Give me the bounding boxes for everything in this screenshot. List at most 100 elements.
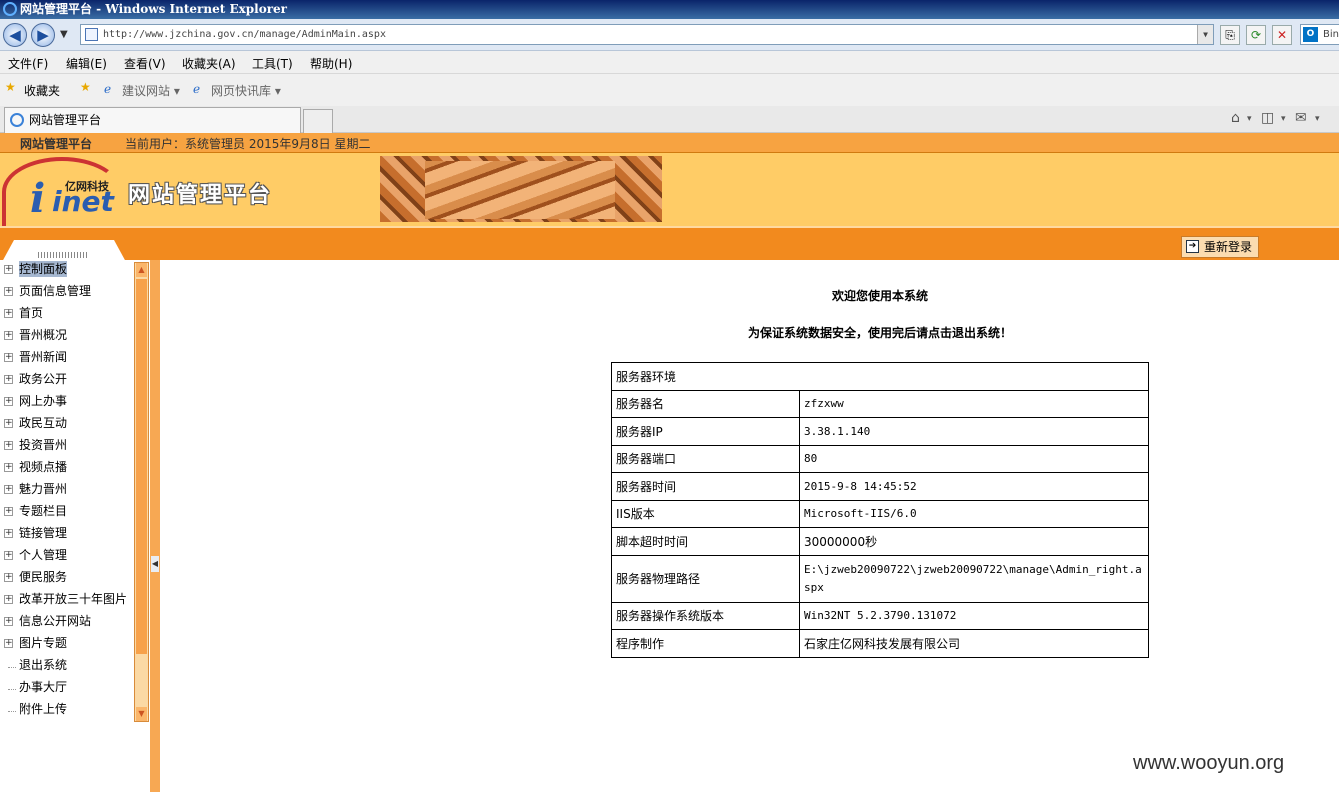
expand-icon[interactable]: + bbox=[4, 507, 13, 516]
search-box[interactable]: O Bin bbox=[1300, 24, 1339, 45]
sidebar-item-label: 晋州新闻 bbox=[19, 350, 68, 364]
menu-view[interactable]: 查看(V) bbox=[124, 55, 166, 72]
row-value: Microsoft-IIS/6.0 bbox=[799, 499, 1149, 528]
scroll-down-arrow-icon[interactable]: ▼ bbox=[136, 707, 147, 721]
relogin-button[interactable]: ➔ 重新登录 bbox=[1181, 236, 1259, 258]
table-row: 服务器物理路径 E:\jzweb20090722\jzweb20090722\m… bbox=[611, 554, 1149, 603]
row-key: 服务器名 bbox=[611, 389, 800, 418]
row-value: 30000000秒 bbox=[799, 527, 1149, 556]
watermark: www.wooyun.org bbox=[1133, 752, 1285, 774]
feeds-icon[interactable]: ◫ bbox=[1261, 110, 1274, 126]
sidebar-item-label: 办事大厅 bbox=[19, 680, 68, 694]
mail-icon[interactable]: ✉ bbox=[1295, 110, 1307, 126]
sidebar-item-label: 晋州概况 bbox=[19, 328, 68, 342]
sidebar-scrollbar[interactable]: ▲ ▼ bbox=[134, 262, 149, 722]
sidebar-item-label: 改革开放三十年图片 bbox=[19, 592, 128, 606]
suggested-sites-button[interactable]: 建议网站 ▾ bbox=[122, 82, 180, 99]
ie-logo-icon bbox=[3, 2, 17, 16]
row-value: Win32NT 5.2.3790.131072 bbox=[799, 601, 1149, 630]
browser-tab[interactable]: 网站管理平台 bbox=[4, 107, 301, 133]
new-tab-button[interactable] bbox=[303, 109, 333, 133]
keyboard-image bbox=[380, 156, 662, 222]
sidebar-item-label: 控制面板 bbox=[19, 261, 68, 277]
row-key: 服务器IP bbox=[611, 417, 800, 446]
expand-icon[interactable]: + bbox=[4, 463, 13, 472]
page-header-strip: 网站管理平台 当前用户：系统管理员 2015年9月8日 星期二 bbox=[0, 133, 1339, 153]
logo-i: i bbox=[30, 175, 46, 222]
address-url: http://www.jzchina.gov.cn/manage/AdminMa… bbox=[103, 29, 386, 40]
relogin-label: 重新登录 bbox=[1204, 240, 1253, 254]
ie-tab-icon bbox=[10, 113, 24, 127]
add-favorite-icon[interactable]: ★ bbox=[80, 80, 91, 94]
window-title: 网站管理平台 - Windows Internet Explorer bbox=[20, 2, 287, 16]
expand-icon[interactable]: + bbox=[4, 573, 13, 582]
expand-icon[interactable]: + bbox=[4, 397, 13, 406]
feeds-dropdown-icon[interactable]: ▾ bbox=[1281, 114, 1286, 124]
collapse-sidebar-icon[interactable]: ◀ bbox=[151, 556, 159, 572]
address-field[interactable]: http://www.jzchina.gov.cn/manage/AdminMa… bbox=[80, 24, 1214, 45]
menu-favorites[interactable]: 收藏夹(A) bbox=[182, 55, 236, 72]
table-row: 服务器操作系统版本 Win32NT 5.2.3790.131072 bbox=[611, 601, 1149, 630]
table-header: 服务器环境 bbox=[611, 362, 1149, 391]
refresh-icon[interactable]: ⟳ bbox=[1246, 25, 1266, 45]
expand-icon[interactable]: + bbox=[4, 287, 13, 296]
back-button[interactable]: ◀ bbox=[3, 23, 27, 47]
favorites-button[interactable]: 收藏夹 bbox=[24, 82, 60, 99]
expand-icon[interactable]: + bbox=[4, 639, 13, 648]
scroll-up-arrow-icon[interactable]: ▲ bbox=[136, 263, 147, 277]
menu-edit[interactable]: 编辑(E) bbox=[66, 55, 107, 72]
expand-icon[interactable]: + bbox=[4, 441, 13, 450]
forward-button[interactable]: ▶ bbox=[31, 23, 55, 47]
expand-icon[interactable]: + bbox=[4, 529, 13, 538]
row-value: zfzxww bbox=[799, 389, 1149, 418]
web-slice-gallery-button[interactable]: 网页快讯库 ▾ bbox=[211, 82, 281, 99]
ie-page-icon: ℯ bbox=[193, 82, 201, 96]
scrollbar-thumb[interactable] bbox=[136, 279, 147, 654]
compatibility-view-icon[interactable]: ⎘ bbox=[1220, 25, 1240, 45]
table-row: IIS版本 Microsoft-IIS/6.0 bbox=[611, 499, 1149, 528]
menu-tools[interactable]: 工具(T) bbox=[252, 55, 293, 72]
expand-icon[interactable]: + bbox=[4, 309, 13, 318]
menu-help[interactable]: 帮助(H) bbox=[310, 55, 352, 72]
banner-title: 网站管理平台 bbox=[128, 183, 273, 208]
frame-divider[interactable]: ◀ bbox=[150, 260, 160, 792]
tab-title: 网站管理平台 bbox=[29, 113, 102, 127]
expand-icon[interactable]: + bbox=[4, 419, 13, 428]
table-header-row: 服务器环境 bbox=[611, 362, 1149, 391]
sidebar-item-label: 链接管理 bbox=[19, 526, 68, 540]
expand-icon[interactable]: + bbox=[4, 265, 13, 274]
expand-icon[interactable]: + bbox=[4, 353, 13, 362]
nav-tab-dots bbox=[38, 252, 88, 258]
sidebar-item-label: 个人管理 bbox=[19, 548, 68, 562]
expand-icon[interactable]: + bbox=[4, 485, 13, 494]
row-key: 服务器操作系统版本 bbox=[611, 601, 800, 630]
mail-dropdown-icon[interactable]: ▾ bbox=[1315, 114, 1320, 124]
expand-icon[interactable]: + bbox=[4, 617, 13, 626]
sidebar-item-label: 魅力晋州 bbox=[19, 482, 68, 496]
nav-strip: ➔ 重新登录 bbox=[0, 226, 1339, 262]
history-dropdown-icon[interactable]: ▼ bbox=[60, 29, 68, 40]
table-row: 服务器名 zfzxww bbox=[611, 389, 1149, 418]
expand-icon[interactable]: + bbox=[4, 375, 13, 384]
sidebar-tree: + 控制面板 + 页面信息管理 + 首页 + 晋州概况 + 晋州新闻 + 政务公… bbox=[0, 260, 134, 722]
row-value: 3.38.1.140 bbox=[799, 417, 1149, 446]
security-notice: 为保证系统数据安全，使用完后请点击退出系统！ bbox=[747, 326, 1012, 340]
site-banner: i inet 亿网科技 网站管理平台 bbox=[0, 153, 1339, 227]
table-row: 服务器时间 2015-9-8 14:45:52 bbox=[611, 472, 1149, 501]
expand-icon[interactable]: + bbox=[4, 551, 13, 560]
address-dropdown-icon[interactable]: ▼ bbox=[1197, 25, 1213, 44]
expand-icon[interactable]: + bbox=[4, 595, 13, 604]
sidebar-item-label: 图片专题 bbox=[19, 636, 68, 650]
outlook-icon: O bbox=[1303, 27, 1318, 42]
sidebar-item-label: 视频点播 bbox=[19, 460, 68, 474]
menu-file[interactable]: 文件(F) bbox=[8, 55, 48, 72]
logout-icon: ➔ bbox=[1186, 240, 1199, 253]
home-dropdown-icon[interactable]: ▾ bbox=[1247, 114, 1252, 124]
home-icon[interactable]: ⌂ bbox=[1231, 110, 1240, 126]
tree-connector bbox=[8, 667, 16, 668]
window-title-bar: 网站管理平台 - Windows Internet Explorer bbox=[0, 0, 1339, 19]
stop-icon[interactable]: ✕ bbox=[1272, 25, 1292, 45]
expand-icon[interactable]: + bbox=[4, 331, 13, 340]
keyboard-image-inner bbox=[425, 161, 615, 219]
row-key: 服务器物理路径 bbox=[611, 554, 800, 603]
